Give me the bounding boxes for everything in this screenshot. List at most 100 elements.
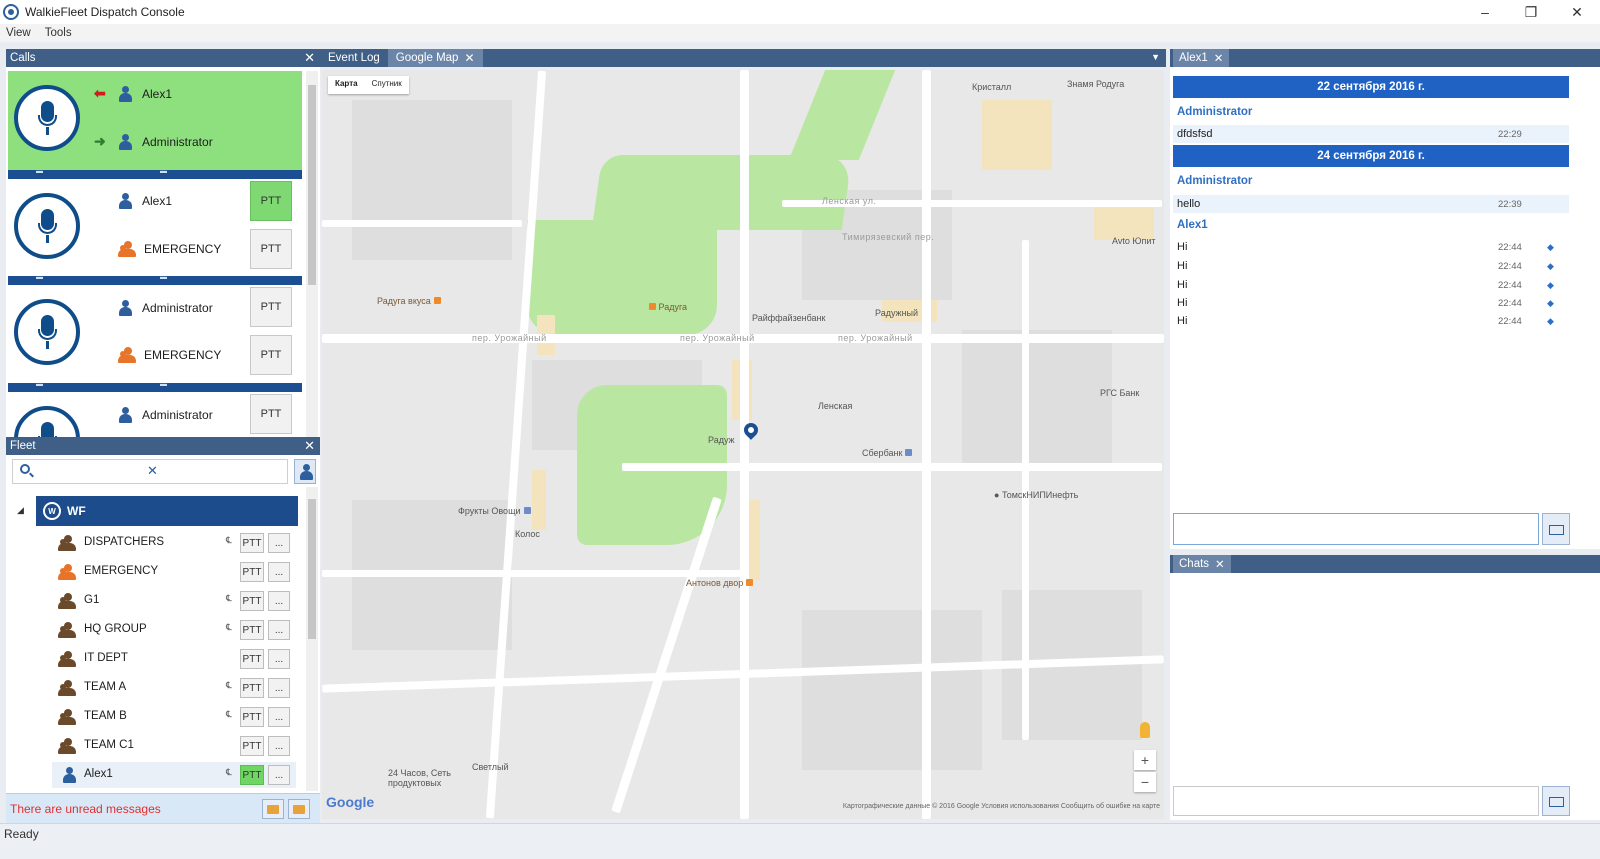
unread-messages-text: There are unread messages bbox=[10, 802, 161, 816]
group-icon bbox=[118, 241, 136, 257]
ptt-button[interactable]: PTT bbox=[240, 591, 264, 611]
tab-event-log[interactable]: Event Log bbox=[320, 49, 388, 67]
send-button[interactable] bbox=[1542, 513, 1570, 545]
call-timer-bar: ▬ ▬ bbox=[8, 381, 302, 392]
map-type-toggle[interactable]: Карта Спутник bbox=[328, 76, 409, 94]
call-card[interactable]: ⬅ Alex1 ➜ Administrator bbox=[8, 71, 302, 170]
tab-chat-alex1[interactable]: Alex1 ✕ bbox=[1173, 49, 1230, 67]
ptt-button[interactable]: PTT bbox=[240, 562, 264, 582]
expand-icon[interactable]: ◢ bbox=[17, 505, 24, 516]
ptt-button[interactable]: PTT bbox=[240, 707, 264, 727]
close-icon[interactable]: ✕ bbox=[304, 438, 315, 454]
tab-google-map[interactable]: Google Map ✕ bbox=[387, 49, 483, 67]
tab-chats[interactable]: Chats ✕ bbox=[1173, 555, 1231, 573]
fleet-group-row[interactable]: TEAM C1 PTT... bbox=[52, 733, 296, 759]
chats-input[interactable] bbox=[1173, 786, 1539, 816]
map-label: Радуж bbox=[708, 435, 735, 445]
fleet-group-row[interactable]: DISPATCHERS ℄ PTT... bbox=[52, 530, 296, 556]
group-icon bbox=[58, 535, 76, 551]
chevron-down-icon[interactable]: ▼ bbox=[1151, 52, 1160, 62]
fleet-group-row[interactable]: G1 ℄ PTT... bbox=[52, 588, 296, 614]
chat-message: Hi 22:44 ◆ bbox=[1173, 312, 1569, 330]
tab-label: Chats bbox=[1179, 558, 1210, 570]
signal-icon: ℄ bbox=[226, 622, 232, 632]
map-type-map[interactable]: Карта bbox=[328, 76, 365, 94]
fleet-user-row[interactable]: Alex1 ℄ PTT... bbox=[52, 762, 296, 788]
fleet-search-input[interactable]: ✕ bbox=[12, 459, 288, 484]
fleet-root[interactable]: W WF bbox=[36, 496, 298, 526]
ptt-button[interactable]: PTT bbox=[250, 394, 292, 434]
open-messages-button[interactable] bbox=[262, 799, 284, 819]
more-button[interactable]: ... bbox=[268, 707, 290, 727]
call-card[interactable]: Administrator EMERGENCY PTT PTT bbox=[8, 285, 302, 384]
more-button[interactable]: ... bbox=[268, 649, 290, 669]
mic-icon bbox=[14, 406, 80, 441]
person-icon bbox=[118, 407, 132, 423]
ptt-button[interactable]: PTT bbox=[240, 533, 264, 553]
fleet-group-row[interactable]: TEAM A ℄ PTT... bbox=[52, 675, 296, 701]
person-icon bbox=[118, 193, 132, 209]
signal-icon: ℄ bbox=[226, 593, 232, 603]
ptt-button[interactable]: PTT bbox=[250, 181, 292, 221]
ptt-button[interactable]: PTT bbox=[240, 765, 264, 785]
map-attribution[interactable]: Картографические данные © 2016 Google Ус… bbox=[843, 803, 1160, 810]
google-map[interactable]: Карта Спутник Кристалл Знамя Родуга Раду… bbox=[322, 70, 1164, 819]
ptt-button[interactable]: PTT bbox=[250, 229, 292, 269]
pegman-icon[interactable] bbox=[1140, 722, 1150, 738]
message-box-button[interactable] bbox=[288, 799, 310, 819]
more-button[interactable]: ... bbox=[268, 678, 290, 698]
road bbox=[622, 463, 1162, 471]
close-icon[interactable]: ✕ bbox=[464, 51, 474, 65]
chat-panel: Alex1 ✕ 22 сентября 2016 г. Administrator… bbox=[1170, 49, 1600, 549]
calls-scrollbar[interactable] bbox=[306, 71, 318, 437]
call-card[interactable]: Administrator PTT bbox=[8, 392, 302, 441]
menu-view[interactable]: View bbox=[6, 27, 31, 39]
fleet-group-row[interactable]: HQ GROUP ℄ PTT... bbox=[52, 617, 296, 643]
menu-tools[interactable]: Tools bbox=[45, 27, 72, 39]
ptt-button[interactable]: PTT bbox=[240, 678, 264, 698]
zoom-out-button[interactable]: − bbox=[1134, 772, 1156, 792]
map-label: Райффайзенбанк bbox=[752, 313, 826, 323]
delivered-icon: ◆ bbox=[1547, 279, 1554, 290]
group-label: EMERGENCY bbox=[84, 565, 159, 577]
close-icon[interactable]: ✕ bbox=[1214, 51, 1224, 65]
group-icon bbox=[58, 593, 76, 609]
more-button[interactable]: ... bbox=[268, 620, 290, 640]
chats-panel: Chats ✕ bbox=[1170, 555, 1600, 820]
map-label: Ленская bbox=[818, 401, 853, 411]
send-button[interactable] bbox=[1542, 786, 1570, 816]
map-label: Кристалл bbox=[972, 82, 1012, 92]
street-label: пер. Урожайный bbox=[680, 333, 755, 343]
ptt-button[interactable]: PTT bbox=[250, 335, 292, 375]
close-icon[interactable]: ✕ bbox=[1215, 557, 1225, 571]
ptt-button[interactable]: PTT bbox=[240, 620, 264, 640]
call-party: Administrator bbox=[118, 407, 213, 423]
clear-icon[interactable]: ✕ bbox=[147, 463, 158, 479]
fleet-group-row[interactable]: IT DEPT PTT... bbox=[52, 646, 296, 672]
restore-button[interactable]: ❐ bbox=[1508, 0, 1554, 24]
user-filter-button[interactable] bbox=[294, 459, 316, 484]
fleet-scrollbar[interactable] bbox=[306, 487, 318, 791]
zoom-in-button[interactable]: + bbox=[1134, 750, 1156, 770]
ptt-button[interactable]: PTT bbox=[240, 649, 264, 669]
more-button[interactable]: ... bbox=[268, 591, 290, 611]
fleet-group-row[interactable]: EMERGENCY PTT... bbox=[52, 559, 296, 585]
close-icon[interactable]: ✕ bbox=[304, 50, 315, 66]
call-card[interactable]: Alex1 EMERGENCY PTT PTT bbox=[8, 179, 302, 278]
chat-header: Alex1 ✕ bbox=[1170, 49, 1600, 67]
minimize-button[interactable]: – bbox=[1462, 0, 1508, 24]
map-label: Колос bbox=[515, 529, 540, 539]
map-type-satellite[interactable]: Спутник bbox=[365, 76, 409, 94]
more-button[interactable]: ... bbox=[268, 765, 290, 785]
group-icon bbox=[58, 709, 76, 725]
fleet-group-row[interactable]: TEAM B ℄ PTT... bbox=[52, 704, 296, 730]
map-label: Сбербанк bbox=[862, 448, 913, 458]
more-button[interactable]: ... bbox=[268, 736, 290, 756]
group-icon bbox=[58, 651, 76, 667]
more-button[interactable]: ... bbox=[268, 533, 290, 553]
chat-message-input[interactable] bbox=[1173, 513, 1539, 545]
ptt-button[interactable]: PTT bbox=[240, 736, 264, 756]
ptt-button[interactable]: PTT bbox=[250, 287, 292, 327]
close-window-button[interactable]: ✕ bbox=[1554, 0, 1600, 24]
more-button[interactable]: ... bbox=[268, 562, 290, 582]
